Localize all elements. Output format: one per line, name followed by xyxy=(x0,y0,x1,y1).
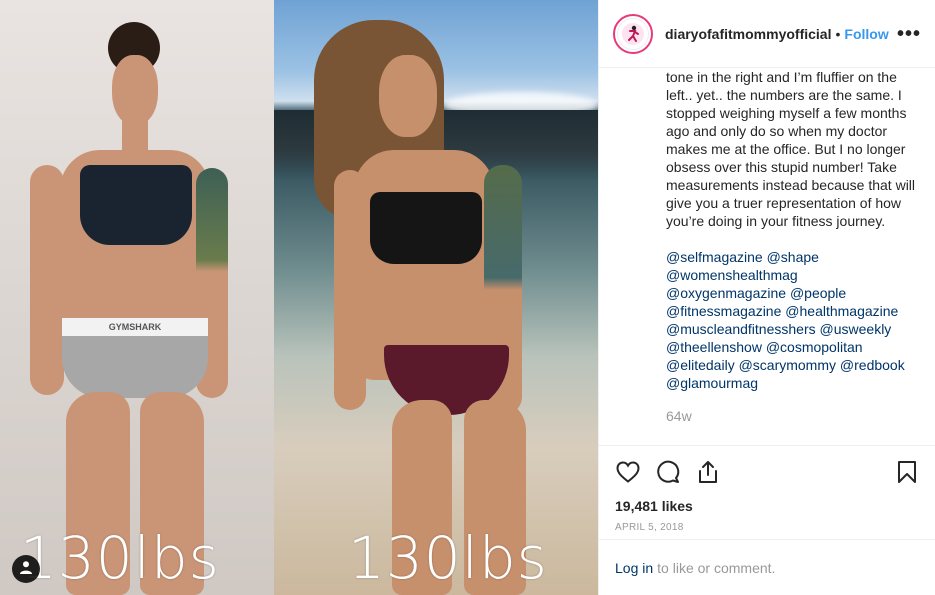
tag-line: @womenshealthmag xyxy=(666,266,920,284)
tag-line: @selfmagazine @shape xyxy=(666,248,920,266)
tag-line: @muscleandfitnesshers @usweekly xyxy=(666,320,920,338)
tag-list: @selfmagazine @shape @womenshealthmag @oxy… xyxy=(666,248,920,392)
login-prompt-text: to like or comment. xyxy=(657,559,776,576)
tag-line: @elitedaily @scarymommy @redbook xyxy=(666,356,920,374)
action-bar: 19,481 likes APRIL 5, 2018 xyxy=(599,445,935,533)
post-age[interactable]: 64w xyxy=(666,408,920,424)
sports-bra xyxy=(370,192,482,264)
tag-link[interactable]: @cosmopolitan xyxy=(766,339,863,355)
icons-row xyxy=(615,458,920,486)
tag-line: @theellenshow @cosmopolitan xyxy=(666,338,920,356)
comment-icon[interactable] xyxy=(655,459,681,485)
figure-arm-left xyxy=(334,170,366,410)
login-link[interactable]: Log in xyxy=(615,560,653,576)
tag-link[interactable]: @people xyxy=(790,285,846,301)
caption-text: tone in the right and I’m fluffier on th… xyxy=(666,69,916,229)
before-photo: GYMSHARK 130lbs xyxy=(0,0,274,595)
figure-arm-left xyxy=(30,165,64,395)
post-header: diaryofafitmommyofficial • Follow ••• xyxy=(599,0,935,68)
separator-dot: • xyxy=(835,25,841,42)
bookmark-icon[interactable] xyxy=(894,459,920,485)
runner-logo-icon xyxy=(622,22,644,45)
tag-link[interactable]: @elitedaily xyxy=(666,357,735,373)
tag-link[interactable]: @glamourmag xyxy=(666,375,758,391)
figure-neck xyxy=(122,120,148,150)
user-tag-icon xyxy=(19,560,33,579)
like-count[interactable]: 19,481 likes xyxy=(615,498,920,514)
avatar[interactable] xyxy=(613,13,653,54)
avatar-image xyxy=(617,17,649,50)
more-options-icon[interactable]: ••• xyxy=(897,24,921,44)
waistband: GYMSHARK xyxy=(62,318,208,336)
post-media[interactable]: GYMSHARK 130lbs 130lbs xyxy=(0,0,598,595)
tag-line: @oxygenmagazine @people xyxy=(666,284,920,302)
caption-area[interactable]: tone in the right and I’m fluffier on th… xyxy=(599,68,935,445)
tag-link[interactable]: @fitnessmagazine xyxy=(666,303,781,319)
tag-link[interactable]: @muscleandfitnesshers xyxy=(666,321,816,337)
post-sidebar: diaryofafitmommyofficial • Follow ••• to… xyxy=(598,0,935,595)
tag-link[interactable]: @womenshealthmag xyxy=(666,267,798,283)
heart-icon[interactable] xyxy=(615,459,641,485)
after-weight-caption: 130lbs xyxy=(348,524,548,592)
username-link[interactable]: diaryofafitmommyofficial xyxy=(665,26,831,42)
tag-link[interactable]: @usweekly xyxy=(820,321,892,337)
sports-bra xyxy=(80,165,192,245)
after-photo: 130lbs xyxy=(274,0,598,595)
tag-link[interactable]: @scarymommy xyxy=(739,357,836,373)
tag-link[interactable]: @selfmagazine xyxy=(666,249,763,265)
figure-head xyxy=(112,55,158,125)
tag-link[interactable]: @redbook xyxy=(840,357,905,373)
follow-button[interactable]: Follow xyxy=(844,26,888,42)
tag-link[interactable]: @healthmagazine xyxy=(785,303,898,319)
tag-link[interactable]: @oxygenmagazine xyxy=(666,285,786,301)
user-tag-button[interactable] xyxy=(12,555,40,583)
before-weight-caption: 130lbs xyxy=(20,524,220,592)
figure-head xyxy=(379,55,437,137)
tag-link[interactable]: @theellenshow xyxy=(666,339,762,355)
login-prompt: Log in to like or comment. xyxy=(599,539,935,595)
tag-link[interactable]: @shape xyxy=(767,249,819,265)
tag-line: @fitnessmagazine @healthmagazine xyxy=(666,302,920,320)
share-icon[interactable] xyxy=(695,459,721,485)
post-date: APRIL 5, 2018 xyxy=(615,522,684,533)
tag-line: @glamourmag xyxy=(666,374,920,392)
